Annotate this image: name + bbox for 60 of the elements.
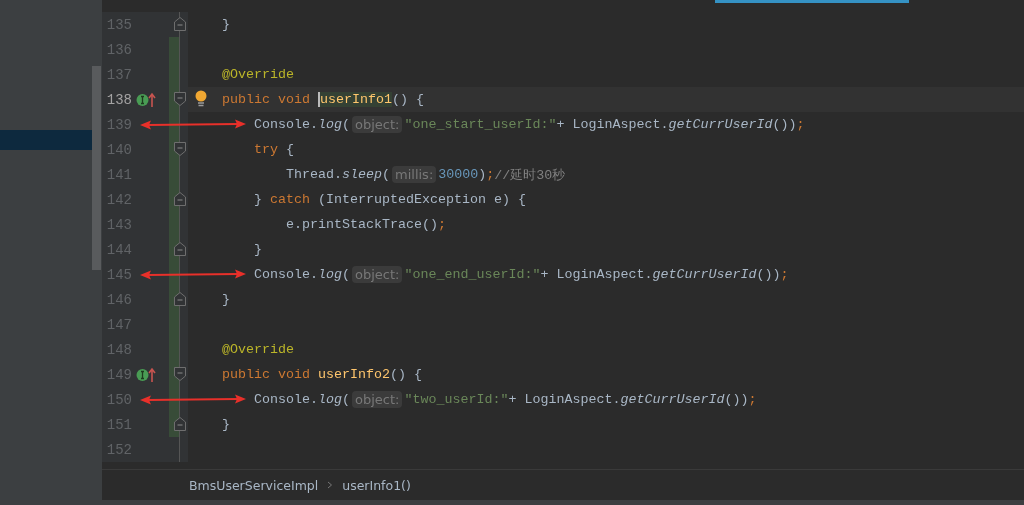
- method-call: log: [318, 392, 342, 407]
- semicolon: ;: [748, 392, 757, 407]
- code-text: (InterruptedException e) {: [317, 192, 526, 207]
- code-text: ()): [756, 267, 781, 282]
- breadcrumb-item[interactable]: BmsUserServiceImpl: [189, 477, 319, 493]
- annotation: @Override: [222, 342, 294, 357]
- method-name: userInfo2: [318, 367, 390, 382]
- string-literal: "one_start_userId:": [404, 117, 557, 132]
- annotation: @Override: [222, 67, 294, 82]
- keyword: public void: [222, 367, 311, 382]
- code-text: + LoginAspect.: [540, 267, 653, 282]
- scrollbar-thumb[interactable]: [92, 66, 101, 270]
- string-literal: "one_end_userId:": [404, 267, 541, 282]
- keyword: try: [254, 142, 278, 157]
- breadcrumb-item[interactable]: userInfo1(): [342, 477, 411, 493]
- line-number: 138: [105, 91, 132, 108]
- code-text: Console.: [254, 392, 318, 407]
- semicolon: ;: [486, 167, 495, 182]
- code-text: (: [342, 117, 350, 132]
- parameter-hint: millis:: [392, 166, 437, 183]
- number-literal: 30000: [438, 167, 479, 182]
- code-text: }: [222, 17, 230, 32]
- semicolon: ;: [437, 217, 446, 232]
- code-comment: //延时30秒: [494, 166, 566, 184]
- code-text: {: [285, 142, 294, 157]
- method-name: userInfo1: [318, 92, 392, 107]
- code-text: }: [254, 192, 263, 207]
- keyword: catch: [270, 192, 310, 207]
- code-text: ()): [772, 117, 797, 132]
- parameter-hint: object:: [352, 266, 403, 283]
- semicolon: ;: [780, 267, 789, 282]
- code-text: e.printStackTrace(): [286, 217, 438, 232]
- method-call: getCurrUserId: [668, 117, 773, 132]
- code-text: () {: [389, 367, 422, 382]
- semicolon: ;: [796, 117, 805, 132]
- string-literal: "two_userId:": [404, 392, 509, 407]
- code-text: () {: [391, 92, 424, 107]
- code-text: }: [222, 292, 230, 307]
- code-text: (: [342, 267, 350, 282]
- code-text: }: [254, 242, 262, 257]
- code-text: Console.: [254, 267, 318, 282]
- code-text: }: [222, 417, 230, 432]
- code-text: ): [478, 167, 487, 182]
- parameter-hint: object:: [352, 116, 403, 133]
- parameter-hint: object:: [352, 391, 403, 408]
- method-call: getCurrUserId: [652, 267, 757, 282]
- code-text: (: [342, 392, 350, 407]
- method-call: log: [318, 267, 342, 282]
- code-text: (: [382, 167, 390, 182]
- method-call: sleep: [342, 167, 382, 182]
- code-text: ()): [724, 392, 749, 407]
- code-text: Console.: [254, 117, 318, 132]
- keyword: public void: [222, 92, 311, 107]
- method-call: log: [318, 117, 342, 132]
- selected-row[interactable]: [0, 130, 92, 150]
- code-text: + LoginAspect.: [508, 392, 621, 407]
- code-text: + LoginAspect.: [556, 117, 669, 132]
- code-text: Thread.: [286, 167, 342, 182]
- chevron-icon: [326, 480, 335, 490]
- method-call: getCurrUserId: [620, 392, 725, 407]
